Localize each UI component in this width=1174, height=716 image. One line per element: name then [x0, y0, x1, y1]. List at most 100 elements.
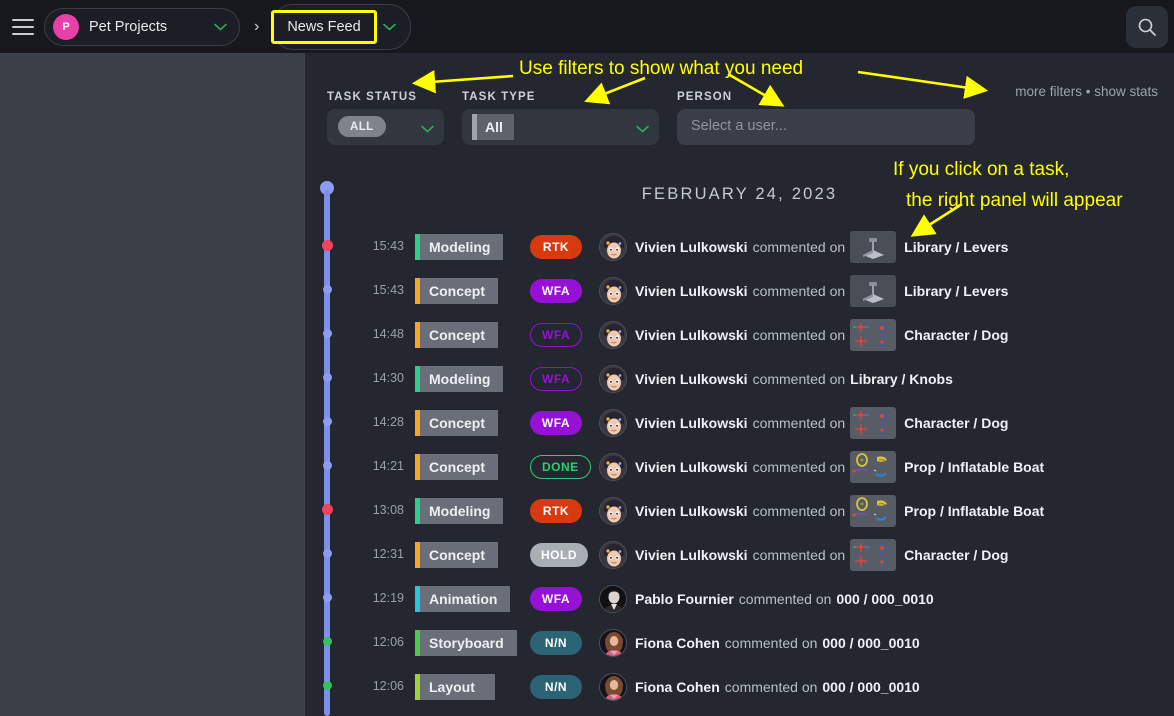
avatar[interactable]: [599, 585, 627, 613]
task-status-badge[interactable]: HOLD: [530, 543, 588, 567]
task-type-chip[interactable]: Layout: [415, 674, 495, 700]
avatar[interactable]: [599, 673, 627, 701]
task-type-chip[interactable]: Modeling: [415, 498, 504, 524]
feed-row[interactable]: 15:43 Concept WFA Vivien Lulkowski commented…: [305, 269, 1174, 313]
feed-row[interactable]: 15:43 Modeling RTK Vivien Lulkowski commente…: [305, 225, 1174, 269]
feed-row[interactable]: 14:21 Concept DONE Vivien Lulkowski commente…: [305, 445, 1174, 489]
entity-name[interactable]: Library / Levers: [904, 239, 1008, 255]
entity-name[interactable]: Character / Dog: [904, 547, 1008, 563]
user-name[interactable]: Vivien Lulkowski: [635, 547, 748, 563]
task-status-badge[interactable]: RTK: [530, 499, 582, 523]
task-type-chip[interactable]: Concept: [415, 322, 498, 348]
avatar[interactable]: [599, 453, 627, 481]
task-status-badge[interactable]: WFA: [530, 323, 583, 347]
user-name[interactable]: Vivien Lulkowski: [635, 239, 748, 255]
task-type-chip[interactable]: Concept: [415, 410, 498, 436]
feed-row[interactable]: 12:06 Layout N/N Fiona Cohen commented on 000…: [305, 665, 1174, 709]
task-thumbnail[interactable]: [850, 407, 897, 439]
entity-name[interactable]: Prop / Inflatable Boat: [904, 503, 1044, 519]
task-type-dropdown[interactable]: All: [462, 109, 659, 145]
task-type-chip[interactable]: Concept: [415, 454, 498, 480]
feed-row[interactable]: 14:30 Modeling WFA Vivien Lulkowski commente…: [305, 357, 1174, 401]
task-status-badge[interactable]: WFA: [530, 411, 582, 435]
action-text: commented on: [752, 459, 846, 475]
timeline-dot: [323, 549, 332, 558]
user-name[interactable]: Fiona Cohen: [635, 679, 720, 695]
timeline-dot: [323, 461, 332, 470]
more-filters-link[interactable]: more filters • show stats: [1015, 84, 1158, 99]
entity-name[interactable]: 000 / 000_0010: [836, 591, 933, 607]
task-thumbnail[interactable]: [850, 495, 897, 527]
task-status-badge[interactable]: N/N: [530, 631, 582, 655]
feed-row[interactable]: 14:48 Concept WFA Vivien Lulkowski commented…: [305, 313, 1174, 357]
task-thumbnail[interactable]: [850, 231, 897, 263]
filter-bar: TASK STATUS TASK TYPE PERSON ALL All Sel…: [305, 53, 1174, 163]
user-name[interactable]: Pablo Fournier: [635, 591, 734, 607]
row-time: 12:31: [372, 547, 404, 561]
timeline-dot: [322, 240, 333, 251]
task-status-dropdown[interactable]: ALL: [327, 109, 444, 145]
row-text: Vivien Lulkowski commented on Character / …: [635, 539, 1008, 571]
entity-name[interactable]: Character / Dog: [904, 327, 1008, 343]
task-type-chip[interactable]: Modeling: [415, 234, 504, 260]
task-status-badge[interactable]: WFA: [530, 587, 582, 611]
project-name: Pet Projects: [89, 18, 168, 35]
task-thumbnail[interactable]: [850, 539, 897, 571]
project-selector[interactable]: P Pet Projects: [44, 7, 240, 46]
avatar[interactable]: [599, 629, 627, 657]
feed-row[interactable]: 12:31 Concept HOLD Vivien Lulkowski commente…: [305, 533, 1174, 577]
entity-name[interactable]: Library / Knobs: [850, 371, 953, 387]
task-thumbnail[interactable]: [850, 319, 897, 351]
chevron-down-icon[interactable]: [214, 23, 227, 31]
chevron-down-icon[interactable]: [382, 23, 396, 31]
entity-name[interactable]: Prop / Inflatable Boat: [904, 459, 1044, 475]
task-status-badge[interactable]: N/N: [530, 675, 582, 699]
entity-name[interactable]: Character / Dog: [904, 415, 1008, 431]
person-label: PERSON: [677, 91, 733, 103]
task-thumbnail[interactable]: [850, 451, 897, 483]
task-type-chip[interactable]: Concept: [415, 542, 498, 568]
avatar[interactable]: [599, 277, 627, 305]
avatar[interactable]: [599, 233, 627, 261]
user-name[interactable]: Fiona Cohen: [635, 635, 720, 651]
avatar[interactable]: [599, 409, 627, 437]
entity-name[interactable]: 000 / 000_0010: [822, 679, 919, 695]
task-status-badge[interactable]: DONE: [530, 455, 591, 479]
search-icon[interactable]: [1126, 6, 1168, 48]
person-filter-input[interactable]: Select a user...: [677, 109, 975, 145]
task-type-chip[interactable]: Animation: [415, 586, 511, 612]
user-name[interactable]: Vivien Lulkowski: [635, 415, 748, 431]
avatar[interactable]: [599, 497, 627, 525]
row-time: 12:06: [372, 635, 404, 649]
feed-row[interactable]: 13:08 Modeling RTK Vivien Lulkowski commente…: [305, 489, 1174, 533]
feed-selector[interactable]: News Feed: [271, 3, 411, 50]
task-type-chip[interactable]: Concept: [415, 278, 498, 304]
left-sidebar: [0, 53, 305, 716]
entity-name[interactable]: 000 / 000_0010: [822, 635, 919, 651]
task-status-badge[interactable]: WFA: [530, 279, 582, 303]
feed-row[interactable]: 12:19 Animation WFA Pablo Fournier commented…: [305, 577, 1174, 621]
row-time: 14:28: [372, 415, 404, 429]
avatar[interactable]: [599, 321, 627, 349]
task-thumbnail[interactable]: [850, 275, 897, 307]
user-name[interactable]: Vivien Lulkowski: [635, 371, 748, 387]
task-status-badge[interactable]: WFA: [530, 367, 583, 391]
task-type-chip[interactable]: Storyboard: [415, 630, 517, 656]
feed-row[interactable]: 12:06 Storyboard N/N Fiona Cohen commented o…: [305, 621, 1174, 665]
feed-name[interactable]: News Feed: [271, 9, 377, 44]
user-name[interactable]: Vivien Lulkowski: [635, 503, 748, 519]
feed-row[interactable]: 14:28 Concept WFA Vivien Lulkowski commented…: [305, 401, 1174, 445]
row-time: 12:19: [372, 591, 404, 605]
action-text: commented on: [752, 371, 846, 387]
user-name[interactable]: Vivien Lulkowski: [635, 283, 748, 299]
task-type-chip[interactable]: Modeling: [415, 366, 504, 392]
avatar[interactable]: [599, 365, 627, 393]
user-name[interactable]: Vivien Lulkowski: [635, 327, 748, 343]
task-status-badge[interactable]: RTK: [530, 235, 582, 259]
hamburger-menu-icon[interactable]: [12, 18, 34, 35]
entity-name[interactable]: Library / Levers: [904, 283, 1008, 299]
chevron-down-icon: [421, 120, 434, 138]
avatar[interactable]: [599, 541, 627, 569]
user-name[interactable]: Vivien Lulkowski: [635, 459, 748, 475]
row-text: Vivien Lulkowski commented on Library / Kn…: [635, 370, 953, 388]
